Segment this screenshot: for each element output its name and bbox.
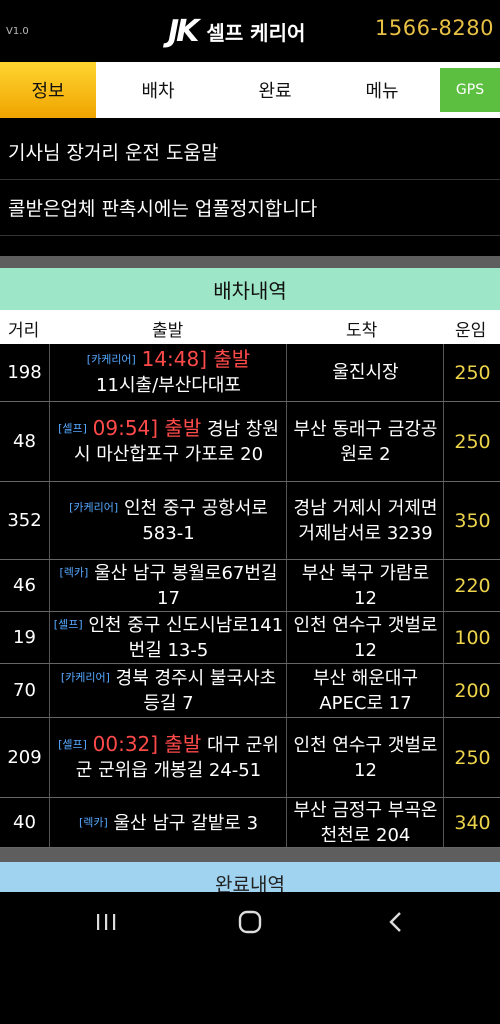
row-tag: [카케리어] <box>86 353 136 366</box>
complete-section-title[interactable]: 완료내역 <box>0 862 500 892</box>
column-header-row: 거리 출발 도착 운임 <box>0 310 500 344</box>
section-divider <box>0 848 500 862</box>
gps-button[interactable]: GPS <box>440 68 500 112</box>
home-icon[interactable] <box>220 900 280 944</box>
row-fare: 250 <box>454 361 491 384</box>
row-distance: 19 <box>0 612 50 663</box>
row-time: 00:32] 출발 <box>92 732 202 756</box>
row-fare: 200 <box>454 679 491 702</box>
notice-item[interactable]: 콜받은업체 판촉시에는 업풀정지합니다 <box>0 180 500 236</box>
row-destination: 부산 북구 가람로 12 <box>288 560 444 611</box>
logo: JK 셀프 케리어 <box>168 13 306 49</box>
row-fare: 250 <box>454 430 491 453</box>
row-origin-text: 11시출/부산다대포 <box>96 375 241 396</box>
row-origin: [렉카] 울산 남구 봉월로67번길 17 <box>51 560 287 611</box>
row-tag: [셀프] <box>58 738 87 751</box>
row-fare: 220 <box>454 574 491 597</box>
row-origin-text: 인천 중구 신도시남로141번길 13-5 <box>88 615 284 661</box>
row-fare: 250 <box>454 746 491 769</box>
table-row[interactable]: 198 [카케리어] 14:48] 출발 11시출/부산다대포 울진시장 250 <box>0 344 500 402</box>
row-fare: 340 <box>454 811 491 834</box>
row-destination: 부산 해운대구 APEC로 17 <box>288 664 444 717</box>
dispatch-section-title: 배차내역 <box>0 268 500 310</box>
row-tag: [렉카] <box>78 815 108 829</box>
dispatch-list: 198 [카케리어] 14:48] 출발 11시출/부산다대포 울진시장 250… <box>0 344 500 848</box>
tab-complete[interactable]: 완료 <box>220 62 330 118</box>
row-destination: 부산 금정구 부곡온천천로 204 <box>288 798 444 847</box>
row-destination: 울진시장 <box>288 344 444 401</box>
row-origin: [카케리어] 인천 중구 공항서로 583-1 <box>51 482 287 559</box>
row-tag: [셀프] <box>58 422 87 435</box>
row-distance: 40 <box>0 798 50 847</box>
row-distance: 352 <box>0 482 50 559</box>
row-distance: 198 <box>0 344 50 401</box>
row-distance: 48 <box>0 402 50 481</box>
row-tag: [셀프] <box>53 618 83 631</box>
table-row[interactable]: 19 [셀프] 인천 중구 신도시남로141번길 13-5 인천 연수구 갯벌로… <box>0 612 500 664</box>
row-origin: [셀프] 09:54] 출발 경남 창원시 마산합포구 가포로 20 <box>51 402 287 481</box>
recent-apps-icon[interactable] <box>76 900 136 944</box>
tab-dispatch[interactable]: 배차 <box>96 62 220 118</box>
tab-bar: 정보 배차 완료 메뉴 GPS <box>0 62 500 118</box>
back-icon[interactable] <box>366 900 426 944</box>
row-origin: [셀프] 인천 중구 신도시남로141번길 13-5 <box>51 612 287 663</box>
logo-text: 셀프 케리어 <box>206 20 306 45</box>
row-origin: [카케리어] 경북 경주시 불국사초등길 7 <box>51 664 287 717</box>
logo-mark: JK <box>168 13 199 49</box>
system-nav-bar <box>0 892 500 1024</box>
row-origin-text: 울산 남구 봉월로67번길 17 <box>94 563 278 609</box>
row-tag: [카케리어] <box>69 501 119 514</box>
row-destination: 부산 동래구 금강공원로 2 <box>288 402 444 481</box>
row-distance: 46 <box>0 560 50 611</box>
row-origin-text: 인천 중구 공항서로 583-1 <box>123 498 268 544</box>
tab-info[interactable]: 정보 <box>0 62 96 118</box>
row-origin-text: 경북 경주시 불국사초등길 7 <box>115 668 277 714</box>
row-origin: [셀프] 00:32] 출발 대구 군위군 군위읍 개봉길 24-51 <box>51 718 287 797</box>
row-destination: 경남 거제시 거제면 거제남서로 3239 <box>288 482 444 559</box>
table-row[interactable]: 46 [렉카] 울산 남구 봉월로67번길 17 부산 북구 가람로 12 22… <box>0 560 500 612</box>
row-time: 09:54] 출발 <box>92 416 202 440</box>
table-row[interactable]: 209 [셀프] 00:32] 출발 대구 군위군 군위읍 개봉길 24-51 … <box>0 718 500 798</box>
row-distance: 209 <box>0 718 50 797</box>
table-row[interactable]: 70 [카케리어] 경북 경주시 불국사초등길 7 부산 해운대구 APEC로 … <box>0 664 500 718</box>
notice-item[interactable]: 기사님 장거리 운전 도움말 <box>0 124 500 180</box>
row-tag: [카케리어] <box>60 671 110 684</box>
row-time: 14:48] 출발 <box>141 347 251 371</box>
column-header-distance: 거리 <box>8 321 40 341</box>
column-header-fare: 운임 <box>455 321 487 341</box>
row-distance: 70 <box>0 664 50 717</box>
row-destination: 인천 연수구 갯벌로 12 <box>288 612 444 663</box>
section-divider <box>0 256 500 268</box>
table-row[interactable]: 48 [셀프] 09:54] 출발 경남 창원시 마산합포구 가포로 20 부산… <box>0 402 500 482</box>
row-origin: [카케리어] 14:48] 출발 11시출/부산다대포 <box>51 344 287 401</box>
column-header-destination: 도착 <box>346 321 378 341</box>
row-origin: [렉카] 울산 남구 갈밭로 3 <box>51 798 287 847</box>
tab-gps-wrap: GPS <box>434 62 500 118</box>
row-fare: 100 <box>454 626 491 649</box>
table-row[interactable]: 352 [카케리어] 인천 중구 공항서로 583-1 경남 거제시 거제면 거… <box>0 482 500 560</box>
row-fare: 350 <box>454 509 491 532</box>
version-label: V1.0 <box>6 26 29 37</box>
tab-menu[interactable]: 메뉴 <box>330 62 434 118</box>
row-destination: 인천 연수구 갯벌로 12 <box>288 718 444 797</box>
phone-number[interactable]: 1566-8280 <box>375 16 494 40</box>
row-tag: [렉카] <box>59 566 89 579</box>
app-header: V1.0 JK 셀프 케리어 1566-8280 <box>0 0 500 62</box>
column-header-origin: 출발 <box>152 321 184 341</box>
row-origin-text: 울산 남구 갈밭로 3 <box>113 812 259 834</box>
table-row[interactable]: 40 [렉카] 울산 남구 갈밭로 3 부산 금정구 부곡온천천로 204 34… <box>0 798 500 848</box>
